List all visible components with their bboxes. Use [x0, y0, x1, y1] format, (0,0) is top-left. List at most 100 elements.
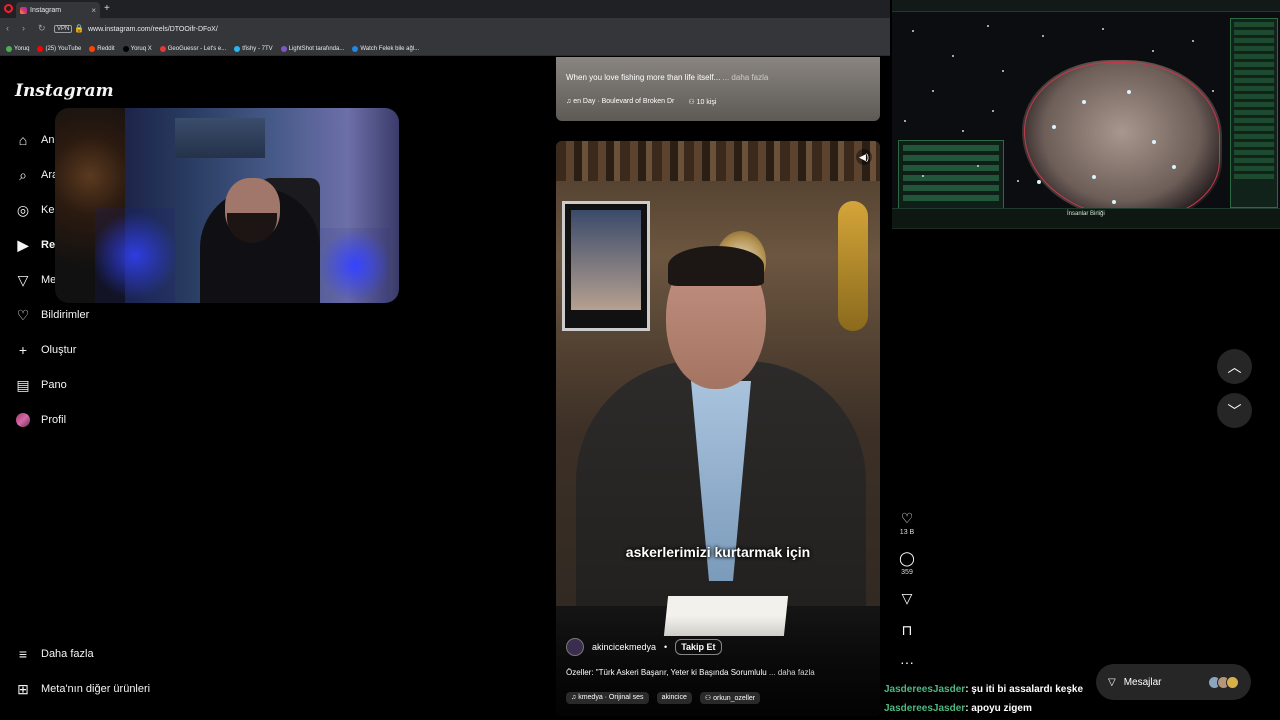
- previous-reel[interactable]: When you love fishing more than life its…: [556, 57, 880, 121]
- game-star: [952, 55, 954, 57]
- next-reel-button[interactable]: ﹀: [1217, 393, 1252, 428]
- lock-icon[interactable]: 🔒: [74, 24, 84, 33]
- people-label: 10 kişi: [696, 99, 717, 106]
- bookmark-label: Reddit: [97, 45, 115, 52]
- game-overlay: İnsanlar Birliği: [892, 0, 1280, 229]
- follow-button[interactable]: Takip Et: [675, 639, 722, 655]
- tag-chip[interactable]: akincice: [656, 692, 692, 704]
- person-icon: ⚇: [688, 99, 697, 106]
- tag-chip[interactable]: ⚇ orkun_ozeller: [699, 692, 761, 704]
- sidebar-item-meta[interactable]: ⊞ Meta'nın diğer ürünleri: [15, 681, 150, 697]
- bookmark-label: LightShot tarafında...: [288, 45, 345, 52]
- volume-icon[interactable]: ◀): [856, 149, 872, 165]
- chat-line: JasdereesJasder: apoyu zigem: [884, 703, 1032, 714]
- profile-icon-wrap: [15, 412, 31, 428]
- comment-count: 359: [901, 569, 913, 576]
- reel-video[interactable]: ◀) askerlerimizi kurtarmak için akincice…: [556, 141, 880, 716]
- comment-button[interactable]: ◯ 359: [892, 550, 922, 576]
- like-button[interactable]: ♡ 13 B: [892, 510, 922, 536]
- game-star: [992, 110, 994, 112]
- bookmark-favicon-icon: [234, 45, 241, 52]
- reload-icon[interactable]: ↻: [38, 23, 46, 34]
- back-icon[interactable]: ‹: [6, 23, 9, 33]
- game-left-panel: [898, 140, 1004, 210]
- game-star: [1017, 180, 1019, 182]
- audio-chip[interactable]: ♫ kmedya · Orijinal ses: [566, 692, 649, 704]
- reel-hair: [668, 246, 764, 286]
- share-button[interactable]: ▽: [892, 590, 922, 607]
- bookmark-item[interactable]: Watch Felek bile ağl...: [352, 45, 419, 52]
- bookmark-label: tfishy - 7TV: [242, 45, 273, 52]
- avatar[interactable]: [566, 638, 584, 656]
- forward-icon[interactable]: ›: [22, 23, 25, 33]
- previous-reel-button[interactable]: ︿: [1217, 349, 1252, 384]
- game-location-label: İnsanlar Birliği: [1067, 211, 1105, 217]
- save-button[interactable]: ⊓: [892, 622, 922, 639]
- sidebar-item-reels[interactable]: ▶ Re: [15, 237, 55, 253]
- game-system-node[interactable]: [1172, 165, 1176, 169]
- game-system-node[interactable]: [1112, 200, 1116, 204]
- url-field[interactable]: www.instagram.com/reels/DTOOifr-DFoX/: [88, 26, 218, 33]
- bookmark-label: Yoruq: [14, 45, 30, 52]
- bookmark-item[interactable]: Yoruq: [6, 45, 30, 52]
- bookmark-item[interactable]: (25) YouTube: [37, 45, 81, 52]
- game-system-node[interactable]: [1052, 125, 1056, 129]
- home-icon: ⌂: [18, 132, 28, 148]
- bookmark-item[interactable]: Reddit: [89, 45, 115, 52]
- chat-message: : apoyu zigem: [965, 703, 1032, 714]
- game-star: [922, 175, 924, 177]
- game-star: [1192, 40, 1194, 42]
- bookmark-item[interactable]: GeoGuessr - Let's e...: [159, 45, 227, 52]
- screen: Instagram × + ‹ › ↻ VPN 🔒 www.instagram.…: [0, 0, 1280, 720]
- sidebar-item-search[interactable]: ⌕ Ara: [15, 167, 58, 183]
- tag-label: orkun_ozeller: [713, 695, 756, 702]
- author-name[interactable]: akincicekmedya: [592, 642, 656, 652]
- more-options-button[interactable]: ···: [892, 654, 922, 670]
- messages-button[interactable]: ▽ Mesajlar: [1096, 664, 1251, 700]
- close-tab-icon[interactable]: ×: [91, 6, 96, 15]
- chat-username: JasdereesJasder: [884, 703, 966, 714]
- game-system-node[interactable]: [1082, 100, 1086, 104]
- separator: •: [664, 642, 668, 652]
- opera-logo-icon: [4, 4, 13, 13]
- people-item[interactable]: ⚇ 10 kişi: [688, 98, 716, 106]
- sidebar-item-profile[interactable]: Profil: [15, 412, 66, 428]
- comment-icon: ◯: [899, 550, 915, 566]
- bookmark-item[interactable]: LightShot tarafında...: [280, 45, 345, 52]
- messages-label: Mesajlar: [1123, 676, 1162, 688]
- sidebar-item-label: Me: [41, 274, 57, 286]
- new-tab-button[interactable]: +: [104, 2, 110, 16]
- instagram-logo[interactable]: Instagram: [15, 81, 114, 101]
- sidebar-item-label: Bildirimler: [41, 309, 90, 321]
- previous-reel-caption: When you love fishing more than life its…: [566, 73, 768, 82]
- sidebar-item-create[interactable]: + Oluştur: [15, 342, 77, 358]
- game-star: [912, 30, 914, 32]
- reel-caption[interactable]: Özeller: "Türk Askeri Başarır, Yeter ki …: [566, 668, 815, 677]
- sidebar-item-label: An: [41, 134, 55, 146]
- bookmark-favicon-icon: [159, 45, 166, 52]
- game-system-node[interactable]: [1152, 140, 1156, 144]
- plus-icon: +: [18, 342, 28, 358]
- webcam-light: [95, 208, 175, 303]
- audio-item[interactable]: ♫ en Day · Boulevard of Broken Dr: [566, 98, 674, 106]
- sidebar-item-notifications[interactable]: ♡ Bildirimler: [15, 307, 90, 323]
- sidebar-item-home[interactable]: ⌂ An: [15, 132, 55, 148]
- more-link[interactable]: ... daha fazla: [723, 73, 769, 82]
- more-link[interactable]: ... daha fazla: [769, 668, 815, 677]
- sidebar-item-more[interactable]: ≡ Daha fazla: [15, 646, 94, 662]
- sidebar-item-dashboard[interactable]: ▤ Pano: [15, 377, 66, 393]
- bookmark-item[interactable]: tfishy - 7TV: [234, 45, 273, 52]
- game-system-node[interactable]: [1037, 180, 1041, 184]
- sidebar-item-messages[interactable]: ▽ Me: [15, 272, 57, 288]
- sidebar-item-explore[interactable]: ◎ Ke: [15, 202, 55, 218]
- game-system-node[interactable]: [1092, 175, 1096, 179]
- bookmark-favicon-icon: [280, 45, 287, 52]
- bookmark-label: GeoGuessr - Let's e...: [167, 45, 227, 52]
- send-icon: ▽: [1108, 676, 1116, 688]
- game-system-node[interactable]: [1127, 90, 1131, 94]
- game-star: [1152, 50, 1154, 52]
- browser-tab[interactable]: Instagram ×: [16, 2, 100, 18]
- bookmark-item[interactable]: Yoruq X: [122, 45, 152, 52]
- vpn-badge[interactable]: VPN: [54, 25, 73, 33]
- chat-username: JasdereesJasder: [884, 684, 966, 695]
